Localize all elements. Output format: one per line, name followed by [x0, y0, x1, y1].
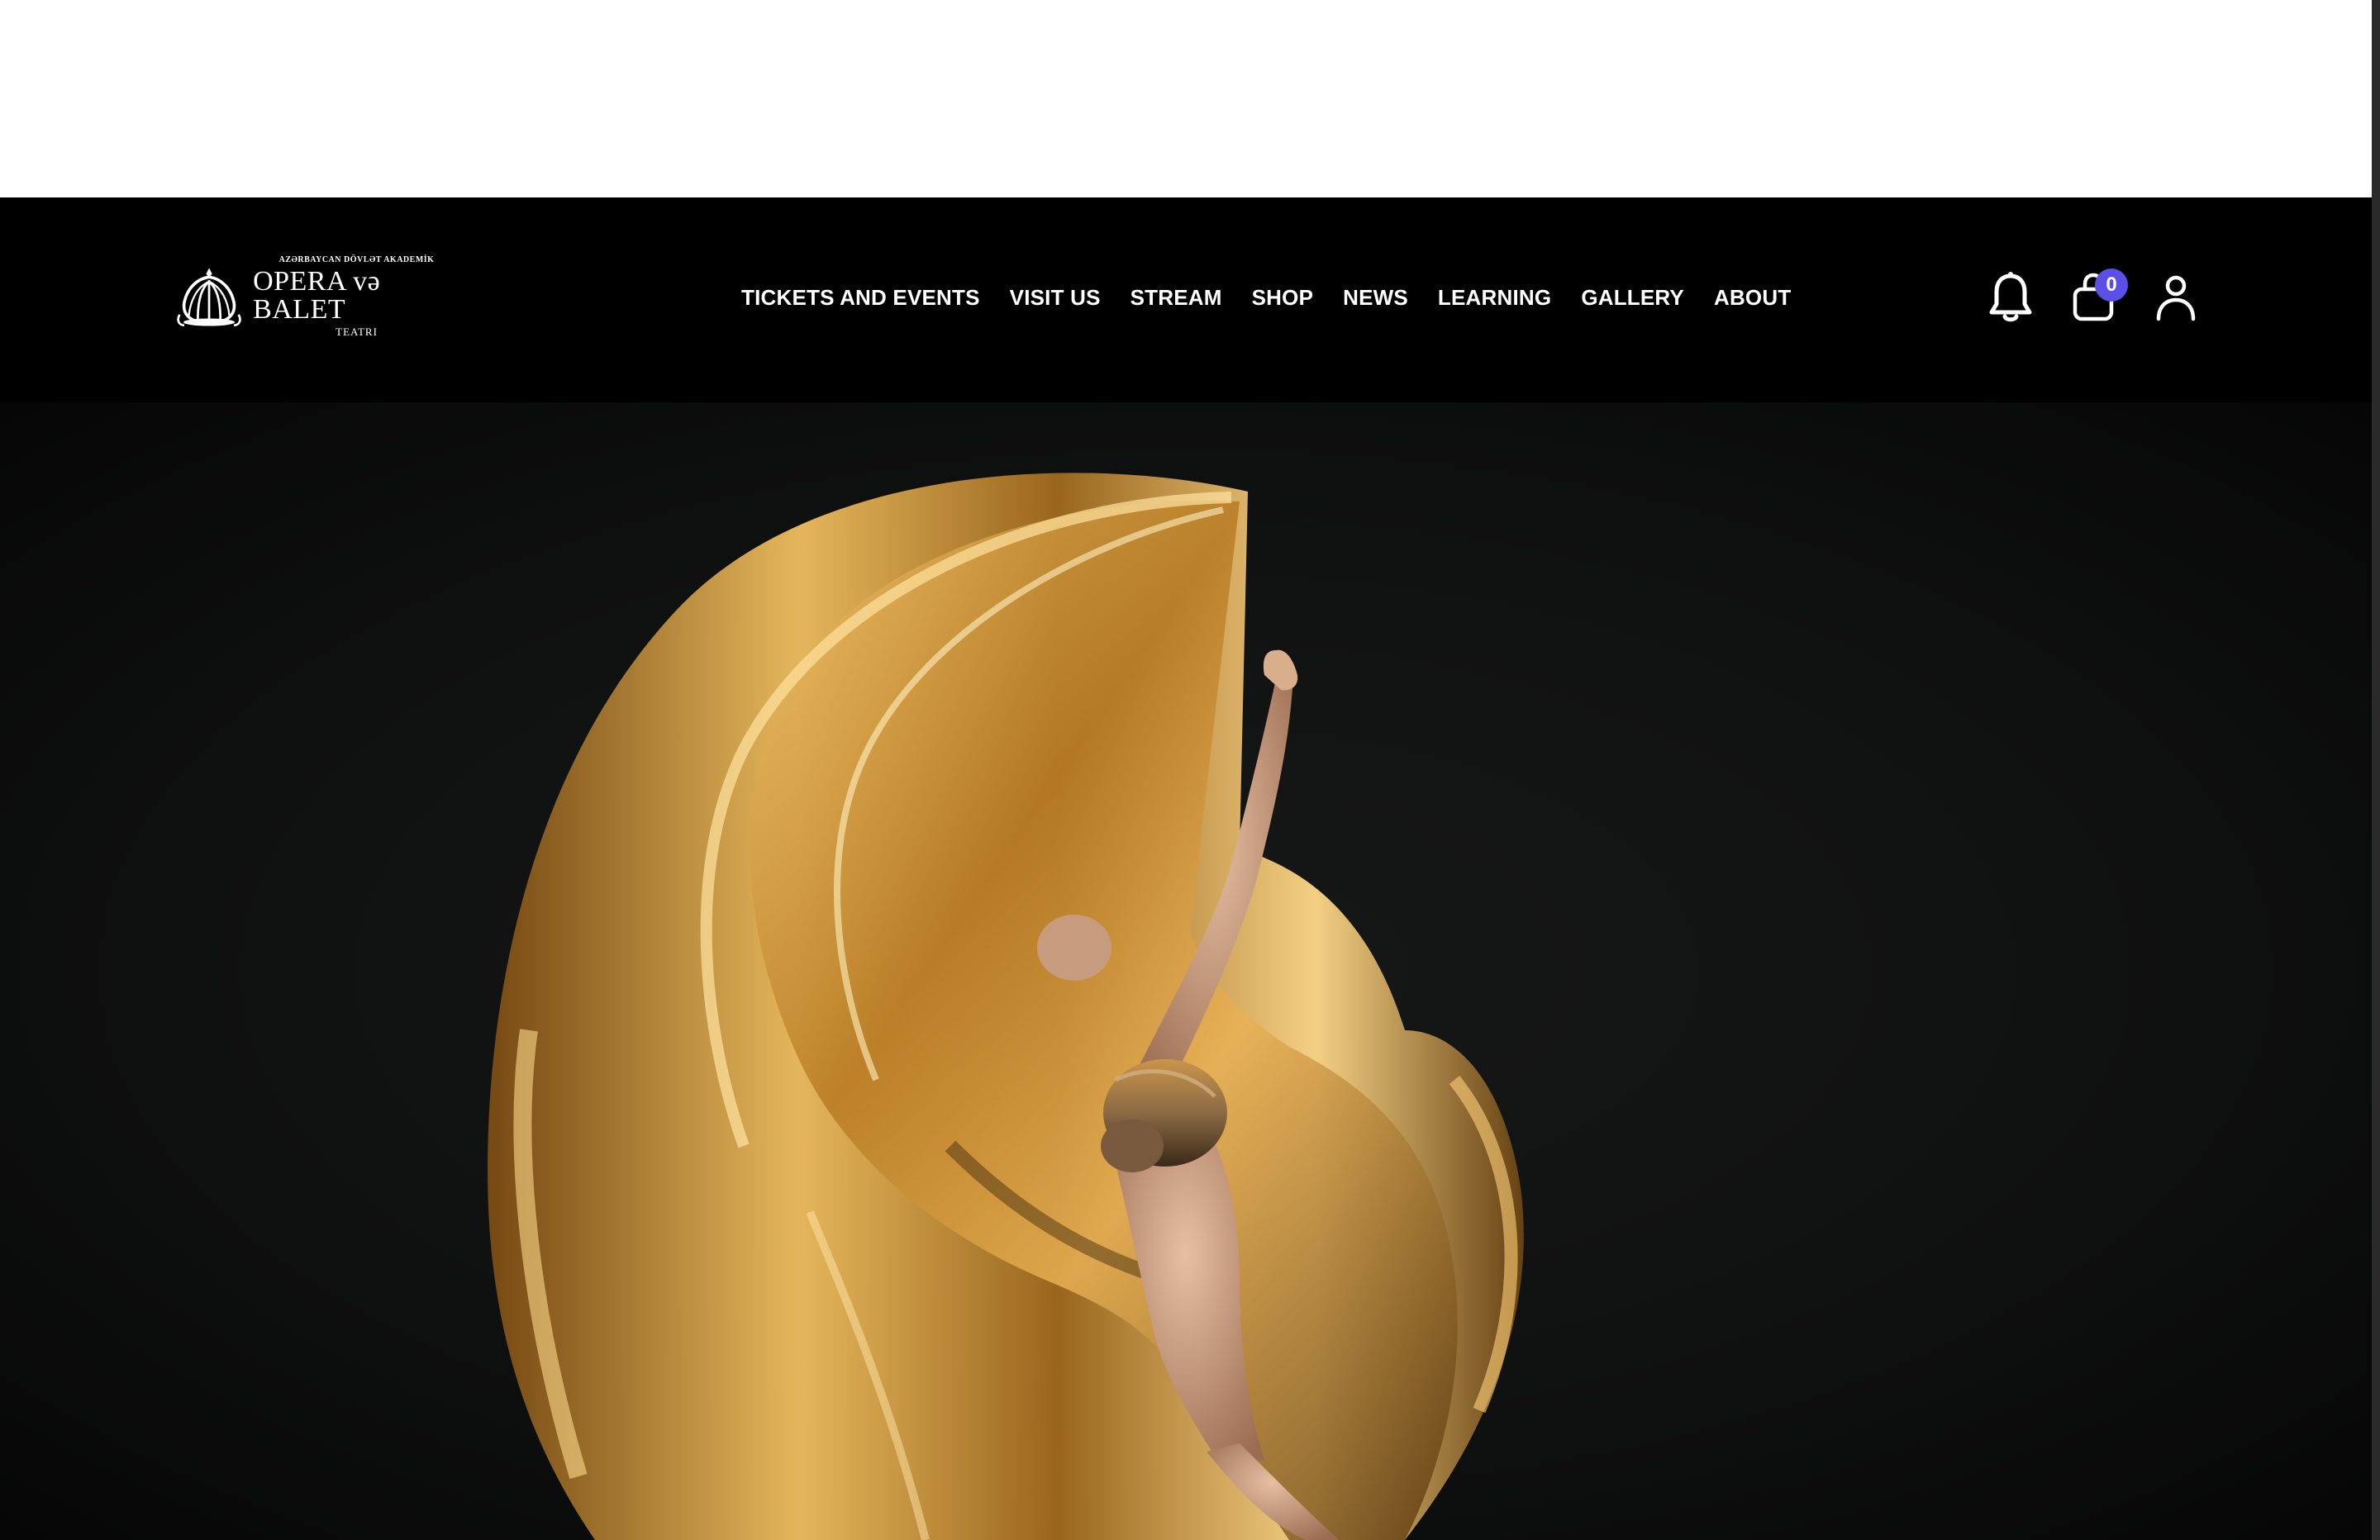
opera-ballet-logo[interactable]: AZƏRBAYCAN DÖVLƏT AKADEMİK OPERA və BALE…	[175, 256, 460, 337]
nav-tickets-and-events[interactable]: TICKETS AND EVENTS	[741, 285, 980, 311]
notifications-button[interactable]	[1986, 269, 2035, 326]
header-actions: 0	[1953, 260, 2201, 335]
page: AZƏRBAYCAN DÖVLƏT AKADEMİK OPERA və BALE…	[0, 0, 2380, 1540]
main-navigation: TICKETS AND EVENTS VISIT US STREAM SHOP …	[741, 277, 1791, 318]
user-icon	[2156, 275, 2196, 321]
nav-about[interactable]: ABOUT	[1714, 285, 1791, 311]
nav-shop[interactable]: SHOP	[1252, 285, 1313, 311]
nav-stream[interactable]: STREAM	[1130, 285, 1222, 311]
top-blank-area	[0, 0, 2372, 197]
scrollbar[interactable]	[2372, 0, 2380, 1540]
nav-gallery[interactable]: GALLERY	[1581, 285, 1684, 311]
nav-learning[interactable]: LEARNING	[1438, 285, 1551, 311]
site-header: AZƏRBAYCAN DÖVLƏT AKADEMİK OPERA və BALE…	[0, 197, 2372, 402]
logo-small-text: AZƏRBAYCAN DÖVLƏT AKADEMİK	[278, 255, 435, 264]
hero-ballerina-image	[0, 402, 2372, 1540]
site-frame: AZƏRBAYCAN DÖVLƏT AKADEMİK OPERA və BALE…	[0, 197, 2372, 1540]
bell-icon	[1989, 272, 2032, 322]
ballerina-gold-fabric-illustration	[488, 473, 1524, 1540]
nav-visit-us[interactable]: VISIT US	[1010, 285, 1101, 311]
nav-news[interactable]: NEWS	[1343, 285, 1408, 311]
cart-button[interactable]: 0	[2068, 269, 2128, 326]
cart-count-badge: 0	[2095, 269, 2128, 302]
account-button[interactable]	[2151, 269, 2201, 326]
logo-main-text: OPERA və BALET	[253, 266, 381, 325]
logo-sub-text: TEATRI	[336, 326, 378, 338]
crown-emblem-icon	[177, 268, 241, 327]
